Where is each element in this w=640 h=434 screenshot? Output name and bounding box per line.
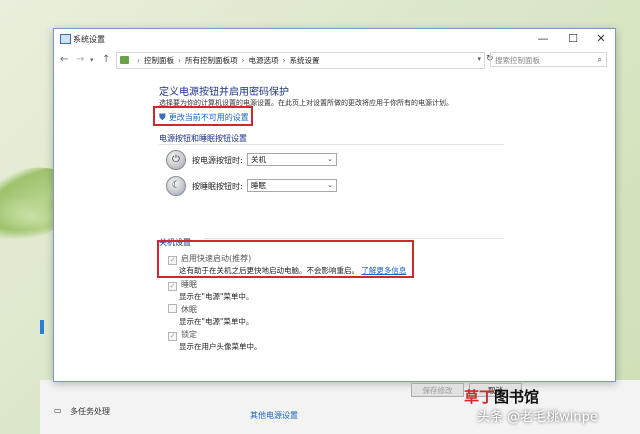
chevron-down-icon[interactable]: ▾ bbox=[477, 55, 481, 63]
chevron-down-icon: ⌄ bbox=[327, 155, 333, 163]
breadcrumb[interactable]: › 控制面板 › 所有控制面板项 › 电源选项 › 系统设置 ▾ bbox=[116, 52, 485, 69]
control-panel-icon bbox=[60, 34, 71, 44]
page-title: 定义电源按钮并启用密码保护 bbox=[159, 87, 289, 98]
watermark-brand: 草丁图书馆 bbox=[464, 388, 540, 406]
checkbox-checked-icon[interactable]: ✓ bbox=[168, 282, 177, 291]
power-button-select[interactable]: 关机 ⌄ bbox=[247, 153, 337, 166]
forward-arrow-icon[interactable]: → bbox=[76, 53, 84, 67]
breadcrumb-item[interactable]: 电源选项 bbox=[249, 56, 279, 65]
save-changes-button[interactable]: 保存修改 bbox=[411, 383, 464, 397]
search-icon[interactable]: ⌕ bbox=[598, 55, 602, 65]
control-panel-icon bbox=[120, 56, 129, 64]
lock-option-desc: 显示在用户头像菜单中。 bbox=[179, 342, 262, 351]
task-item-multitasking[interactable]: 多任务处理 bbox=[70, 406, 110, 417]
hibernate-option[interactable]: 休眠 bbox=[168, 304, 197, 315]
breadcrumb-item[interactable]: 控制面板 bbox=[144, 56, 174, 65]
back-arrow-icon[interactable]: ← bbox=[60, 53, 68, 67]
minimize-button[interactable]: — bbox=[532, 31, 554, 47]
sleep-option-desc: 显示在"电源"菜单中。 bbox=[179, 292, 254, 301]
power-icon: ⏻ bbox=[166, 150, 186, 170]
sleep-button-label: 按睡眠按钮时: bbox=[192, 182, 243, 191]
window-title: 系统设置 bbox=[73, 35, 105, 44]
hibernate-option-desc: 显示在"电源"菜单中。 bbox=[179, 317, 254, 326]
breadcrumb-item[interactable]: 系统设置 bbox=[290, 56, 320, 65]
search-input[interactable]: 搜索控制面板 ⌕ bbox=[490, 52, 607, 67]
sleep-icon: ☾ bbox=[166, 176, 186, 196]
breadcrumb-separator-icon[interactable]: › bbox=[242, 56, 245, 65]
search-placeholder: 搜索控制面板 bbox=[495, 56, 540, 65]
close-button[interactable]: ✕ bbox=[590, 31, 612, 47]
breadcrumb-separator-icon[interactable]: › bbox=[178, 56, 181, 65]
highlight-box bbox=[157, 240, 414, 278]
system-settings-window: 系统设置 — ☐ ✕ ← → ▾ ↑ › 控制面板 › 所有控制面板项 › 电源选项 › 系统… bbox=[53, 28, 616, 397]
watermark-author: 头条 @老毛桃winpe bbox=[477, 410, 598, 425]
recent-locations-chevron-icon[interactable]: ▾ bbox=[90, 53, 94, 67]
chevron-down-icon: ⌄ bbox=[327, 181, 333, 189]
title-bar: 系统设置 — ☐ ✕ bbox=[54, 29, 615, 49]
up-arrow-icon[interactable]: ↑ bbox=[102, 53, 110, 67]
breadcrumb-separator-icon: › bbox=[137, 56, 140, 65]
main-content: 定义电源按钮并启用密码保护 选择要为你的计算机设置的电源设置。在此页上对设置所做… bbox=[54, 73, 615, 381]
maximize-button[interactable]: ☐ bbox=[562, 31, 584, 47]
other-power-settings-link[interactable]: 其他电源设置 bbox=[250, 410, 298, 421]
breadcrumb-separator-icon[interactable]: › bbox=[283, 56, 286, 65]
section-divider bbox=[159, 144, 504, 145]
address-bar: ← → ▾ ↑ › 控制面板 › 所有控制面板项 › 电源选项 › 系统设置 ▾ ↻ 搜索控制… bbox=[54, 49, 615, 71]
sleep-button-select[interactable]: 睡眠 ⌄ bbox=[247, 179, 337, 192]
power-button-label: 按电源按钮时: bbox=[192, 156, 243, 165]
selected-nav-accent bbox=[40, 320, 44, 334]
checkbox-checked-icon[interactable]: ✓ bbox=[168, 332, 177, 341]
sleep-option[interactable]: ✓ 睡眠 bbox=[168, 279, 197, 291]
breadcrumb-item[interactable]: 所有控制面板项 bbox=[185, 56, 238, 65]
checkbox-unchecked-icon[interactable] bbox=[168, 304, 177, 313]
multitask-icon: ▭ bbox=[54, 406, 62, 415]
lock-option[interactable]: ✓ 锁定 bbox=[168, 329, 197, 341]
buttons-section-title: 电源按钮和睡眠按钮设置 bbox=[159, 134, 247, 143]
highlight-box bbox=[153, 106, 253, 126]
section-divider bbox=[204, 238, 504, 239]
